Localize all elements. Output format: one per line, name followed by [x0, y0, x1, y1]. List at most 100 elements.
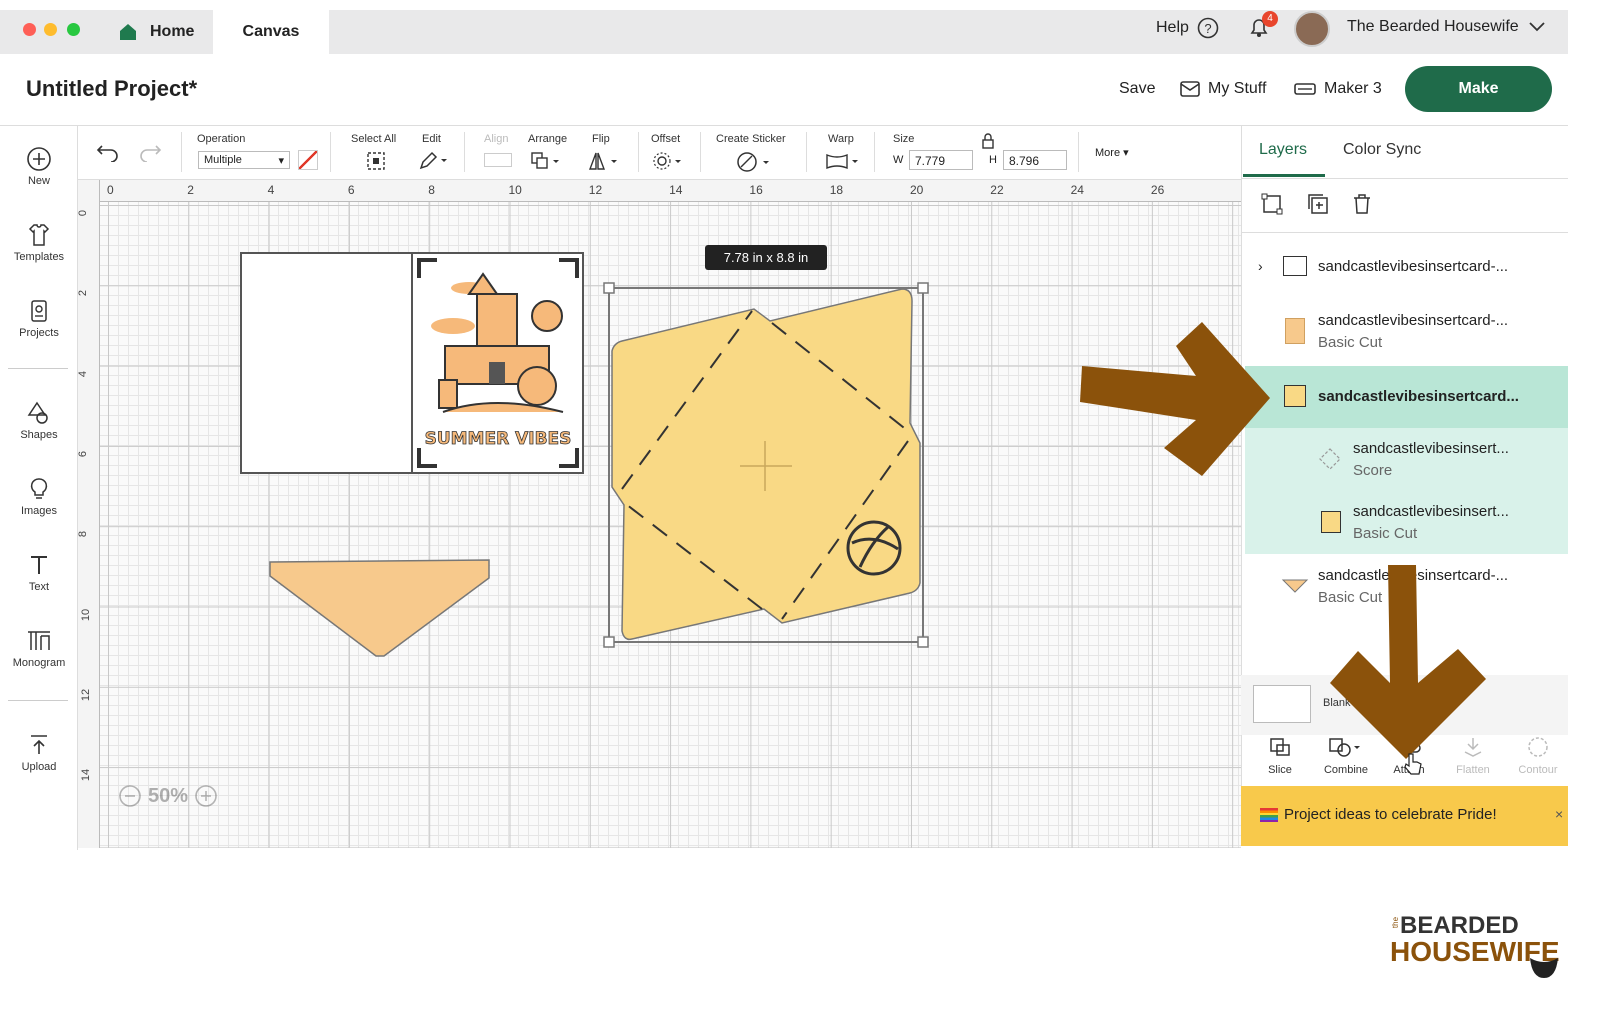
promo-banner-text: Project ideas to celebrate Pride! — [1284, 806, 1497, 823]
slice-label: Slice — [1268, 764, 1292, 776]
arrange-button[interactable] — [530, 151, 562, 176]
more-button[interactable]: More ▾ — [1095, 146, 1129, 159]
layer-name[interactable]: sandcastlevibesinsertcard-... — [1318, 258, 1508, 275]
ruler-tick-label: 18 — [829, 183, 844, 197]
project-title[interactable]: Untitled Project* — [26, 76, 197, 102]
warp-button[interactable] — [825, 151, 861, 176]
tab-color-sync[interactable]: Color Sync — [1343, 141, 1421, 159]
ruler-tick-label: 26 — [1150, 183, 1165, 197]
blank-swatch[interactable] — [1253, 685, 1311, 723]
user-menu[interactable]: The Bearded Housewife — [1347, 18, 1545, 36]
toolbar-separator — [874, 132, 875, 172]
flip-label: Flip — [592, 133, 610, 145]
zoom-out-icon[interactable] — [118, 784, 142, 808]
layer-operation: Score — [1353, 462, 1393, 479]
panel-divider — [1241, 232, 1568, 233]
ruler-tick-label: 16 — [749, 183, 763, 197]
sidebar-item-templates[interactable]: Templates — [0, 222, 78, 263]
ruler-tick-label: 0 — [107, 183, 114, 197]
sidebar-item-label: Images — [20, 505, 58, 517]
minimize-window-button[interactable] — [44, 23, 57, 36]
redo-button[interactable] — [138, 142, 162, 167]
undo-icon — [96, 145, 118, 163]
sidebar-item-label: New — [27, 175, 50, 187]
height-input[interactable]: 8.796 — [1003, 150, 1067, 170]
zoom-window-button[interactable] — [67, 23, 80, 36]
layer-name[interactable]: sandcastlevibesinsert... — [1353, 440, 1509, 457]
width-input[interactable]: 7.779 — [909, 150, 973, 170]
sidebar-item-text[interactable]: Text — [0, 552, 78, 593]
annotation-arrow-down-icon — [1330, 565, 1486, 759]
sandcastle-artwork[interactable]: SUMMER VIBES — [413, 254, 583, 472]
tab-home-label: Home — [150, 23, 195, 40]
align-button[interactable] — [484, 153, 512, 167]
layer-thumbnail — [1285, 318, 1305, 344]
operation-color-swatch[interactable] — [298, 150, 318, 170]
close-icon[interactable]: × — [1555, 806, 1563, 822]
offset-button[interactable] — [652, 151, 684, 176]
zoom-in-icon[interactable] — [194, 784, 218, 808]
sidebar-divider — [8, 700, 68, 701]
avatar[interactable] — [1294, 11, 1330, 47]
width-value: 7.779 — [915, 154, 946, 168]
help-label: Help — [1156, 19, 1189, 36]
group-button[interactable] — [1260, 192, 1284, 221]
undo-button[interactable] — [96, 142, 120, 167]
projects-icon — [31, 300, 47, 322]
ruler-tick-label: 4 — [267, 183, 275, 197]
combine-label: Combine — [1323, 764, 1369, 776]
sidebar-item-monogram[interactable]: Monogram — [0, 628, 78, 669]
sidebar-item-new[interactable]: New — [0, 146, 78, 187]
close-window-button[interactable] — [23, 23, 36, 36]
arrange-label: Arrange — [528, 133, 568, 145]
layer-operation: Basic Cut — [1353, 525, 1418, 542]
flip-button[interactable] — [588, 151, 620, 176]
question-circle-icon: ? — [1197, 17, 1219, 39]
duplicate-button[interactable] — [1306, 192, 1330, 221]
layer-name[interactable]: sandcastlevibesinsertcard... — [1318, 388, 1519, 405]
tab-layers[interactable]: Layers — [1259, 141, 1307, 159]
layer-name[interactable]: sandcastlevibesinsertcard-... — [1318, 312, 1508, 329]
create-sticker-button[interactable] — [736, 151, 772, 178]
save-button[interactable]: Save — [1119, 80, 1155, 98]
edit-button[interactable] — [418, 151, 448, 176]
tab-home[interactable]: Home — [118, 10, 194, 54]
operation-select[interactable]: Multiple ▾ — [198, 151, 290, 169]
contour-icon — [1528, 737, 1548, 757]
more-label: More — [1095, 147, 1121, 159]
active-tab-indicator — [1243, 174, 1325, 177]
sidebar-item-label: Upload — [21, 761, 57, 773]
machine-button[interactable]: Maker 3 — [1294, 80, 1382, 98]
user-name: The Bearded Housewife — [1347, 18, 1519, 35]
expand-chevron-icon[interactable]: › — [1258, 258, 1263, 274]
sidebar-item-projects[interactable]: Projects — [0, 298, 78, 339]
layer-thumbnail — [1283, 256, 1307, 276]
contour-button[interactable]: Contour — [1506, 736, 1570, 776]
envelope-shape[interactable] — [602, 281, 930, 649]
envelope-flap-shape[interactable] — [268, 558, 492, 660]
sidebar-item-shapes[interactable]: Shapes — [0, 400, 78, 441]
inbox-icon — [1180, 81, 1200, 97]
contour-label: Contour — [1518, 764, 1558, 776]
layer-thumbnail — [1281, 579, 1309, 593]
help-button[interactable]: Help ? — [1156, 17, 1219, 39]
delete-button[interactable] — [1351, 192, 1373, 221]
make-button[interactable]: Make — [1405, 66, 1552, 112]
tab-canvas[interactable]: Canvas — [213, 10, 329, 54]
select-all-button[interactable] — [366, 151, 386, 176]
sidebar-item-label: Projects — [19, 327, 59, 339]
layer-name[interactable]: sandcastlevibesinsert... — [1353, 503, 1509, 520]
notification-badge: 4 — [1262, 11, 1278, 27]
sidebar-item-images[interactable]: Images — [0, 476, 78, 517]
toolbar-separator — [330, 132, 331, 172]
notifications-button[interactable]: 4 — [1247, 11, 1278, 44]
ruler-tick-label: 24 — [1070, 183, 1084, 197]
home-icon — [120, 24, 136, 40]
ruler-tick-label: 0 — [77, 209, 90, 217]
card-headline: SUMMER VIBES — [425, 429, 572, 449]
sidebar-item-upload[interactable]: Upload — [0, 732, 78, 773]
lock-aspect-button[interactable] — [981, 133, 995, 154]
my-stuff-button[interactable]: My Stuff — [1180, 80, 1266, 98]
slice-button[interactable]: Slice — [1248, 736, 1312, 776]
zoom-control[interactable]: 50% — [118, 784, 218, 808]
